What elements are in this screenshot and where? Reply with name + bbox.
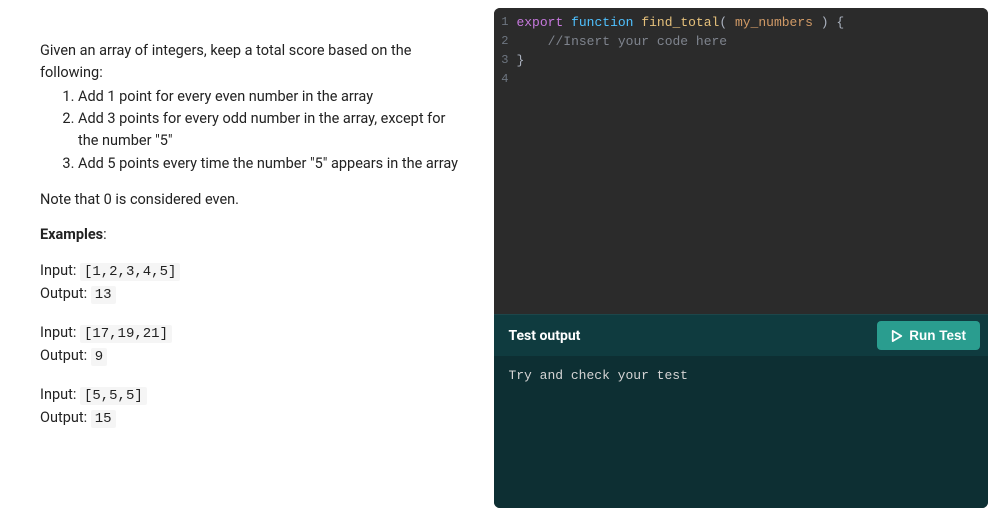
line-number: 2 — [494, 33, 516, 52]
examples-heading: Examples: — [40, 224, 464, 246]
run-test-label: Run Test — [909, 328, 966, 343]
problem-rule: Add 5 points every time the number "5" a… — [78, 153, 464, 175]
example-input-line: Input: [5,5,5] — [40, 384, 464, 407]
example-output-code: 9 — [91, 348, 107, 366]
example-input-code: [5,5,5] — [80, 387, 147, 405]
example-output-line: Output: 9 — [40, 345, 464, 368]
output-header: Test output Run Test — [494, 314, 988, 356]
example-output-code: 15 — [91, 410, 116, 428]
play-icon — [891, 330, 903, 342]
problem-rule: Add 3 points for every odd number in the… — [78, 108, 464, 152]
example-output-line: Output: 13 — [40, 283, 464, 306]
example-group: Input: [5,5,5] Output: 15 — [40, 384, 464, 430]
example-input-line: Input: [1,2,3,4,5] — [40, 260, 464, 283]
problem-intro: Given an array of integers, keep a total… — [40, 40, 464, 84]
example-output-line: Output: 15 — [40, 407, 464, 430]
example-output-code: 13 — [91, 286, 116, 304]
example-input-code: [17,19,21] — [80, 325, 172, 343]
line-number: 1 — [494, 14, 516, 33]
example-input-line: Input: [17,19,21] — [40, 322, 464, 345]
line-number: 4 — [494, 71, 516, 88]
output-body: Try and check your test — [494, 356, 988, 508]
problem-note: Note that 0 is considered even. — [40, 189, 464, 211]
line-number: 3 — [494, 52, 516, 71]
line-content[interactable]: //Insert your code here — [516, 33, 988, 52]
code-line[interactable]: 3} — [494, 52, 988, 71]
problem-panel: Given an array of integers, keep a total… — [0, 0, 494, 522]
output-title: Test output — [508, 328, 580, 344]
code-editor[interactable]: 1export function find_total( my_numbers … — [494, 8, 988, 314]
code-line[interactable]: 1export function find_total( my_numbers … — [494, 14, 988, 33]
problem-rules-list: Add 1 point for every even number in the… — [40, 86, 464, 175]
line-content[interactable] — [516, 71, 988, 88]
editor-panel: 1export function find_total( my_numbers … — [494, 8, 988, 508]
example-group: Input: [17,19,21] Output: 9 — [40, 322, 464, 368]
example-group: Input: [1,2,3,4,5] Output: 13 — [40, 260, 464, 306]
problem-rule: Add 1 point for every even number in the… — [78, 86, 464, 108]
code-line[interactable]: 2 //Insert your code here — [494, 33, 988, 52]
line-content[interactable]: export function find_total( my_numbers )… — [516, 14, 988, 33]
code-line[interactable]: 4 — [494, 71, 988, 88]
line-content[interactable]: } — [516, 52, 988, 71]
example-input-code: [1,2,3,4,5] — [80, 263, 180, 281]
run-test-button[interactable]: Run Test — [877, 321, 980, 350]
